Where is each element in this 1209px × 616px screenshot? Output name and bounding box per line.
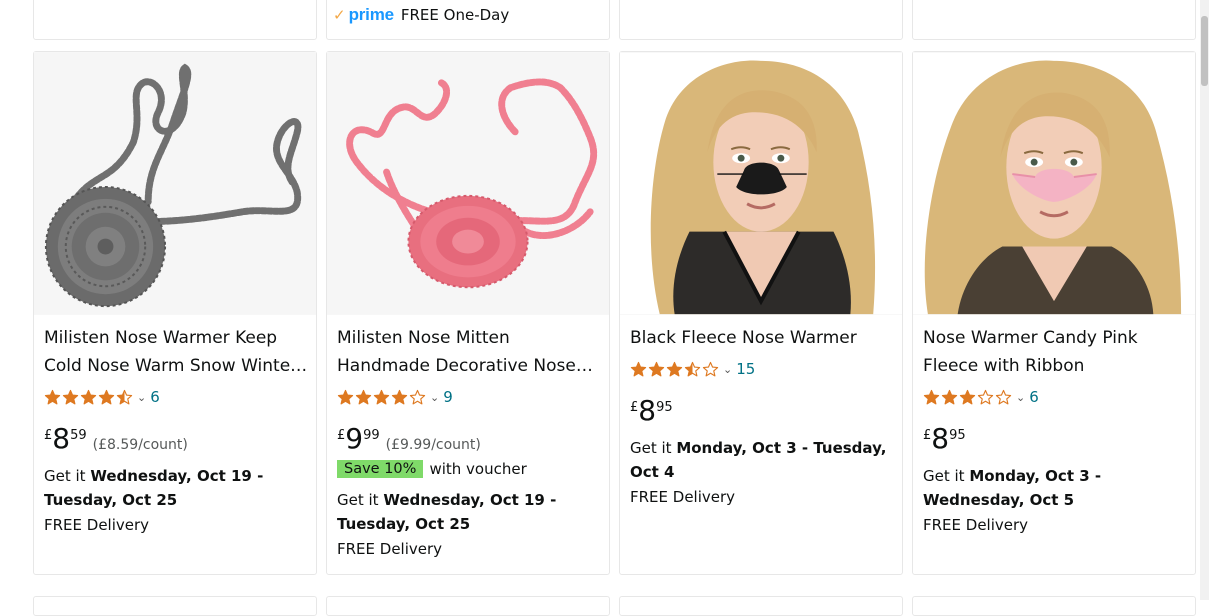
delivery-info: Get it Wednesday, Oct 19 - Tuesday, Oct … [44, 464, 306, 512]
rating-row[interactable]: ⌄ 6 [44, 387, 160, 407]
page-scrollbar[interactable] [1200, 0, 1209, 600]
delivery-prefix: Get it [44, 467, 91, 485]
delivery-info: Get it Monday, Oct 3 - Wednesday, Oct 5 [923, 464, 1185, 512]
product-image-black-fleece[interactable] [620, 52, 902, 315]
star-empty-icon [995, 389, 1012, 404]
star-full-icon [630, 361, 647, 376]
delivery-prefix: Get it [923, 467, 970, 485]
star-full-icon [923, 389, 940, 404]
product-card: Milisten Nose Warmer Keep Cold Nose Warm… [33, 51, 317, 575]
star-full-icon [98, 389, 115, 404]
star-full-icon [355, 389, 372, 404]
delivery-prefix: Get it [337, 491, 384, 509]
product-title[interactable]: Nose Warmer Candy Pink Fleece with Ribbo… [923, 324, 1187, 380]
star-rating[interactable] [44, 389, 133, 406]
product-card-top-2[interactable]: ✓ prime FREE One-Day [326, 0, 610, 40]
delivery-info: Get it Monday, Oct 3 - Tuesday, Oct 4 [630, 436, 892, 484]
product-card-top-4[interactable] [912, 0, 1196, 40]
price-currency: £ [44, 428, 53, 443]
star-empty-icon [977, 389, 994, 404]
product-title[interactable]: Black Fleece Nose Warmer [630, 324, 894, 352]
free-delivery: FREE Delivery [337, 540, 443, 558]
free-delivery: FREE Delivery [923, 516, 1029, 534]
unit-price: (£8.59/count) [92, 437, 188, 453]
price: £ 9 99 (£9.99/count) [337, 424, 481, 454]
product-card-bottom-4[interactable] [912, 596, 1196, 616]
product-card: Nose Warmer Candy Pink Fleece with Ribbo… [912, 51, 1196, 575]
product-card-bottom-3[interactable] [619, 596, 903, 616]
star-full-icon [337, 389, 354, 404]
star-full-icon [44, 389, 61, 404]
price-fraction: 95 [949, 428, 966, 443]
product-image-pink-crochet[interactable] [327, 52, 609, 315]
rating-row[interactable]: ⌄ 6 [923, 387, 1039, 407]
prime-delivery-text: FREE One-Day [400, 6, 510, 24]
star-full-icon [648, 361, 665, 376]
product-card: Milisten Nose Mitten Handmade Decorative… [326, 51, 610, 575]
unit-price: (£9.99/count) [385, 437, 481, 453]
chevron-down-icon[interactable]: ⌄ [1016, 391, 1025, 404]
product-card-bottom-2[interactable] [326, 596, 610, 616]
star-full-icon [62, 389, 79, 404]
price-currency: £ [630, 400, 639, 415]
star-half-icon [684, 361, 701, 376]
star-full-icon [391, 389, 408, 404]
price-fraction: 95 [656, 400, 673, 415]
price: £ 8 59 (£8.59/count) [44, 424, 188, 454]
price-fraction: 59 [70, 428, 87, 443]
product-title[interactable]: Milisten Nose Mitten Handmade Decorative… [337, 324, 601, 380]
product-card-top-3[interactable] [619, 0, 903, 40]
star-rating[interactable] [630, 361, 719, 378]
price: £ 8 95 [923, 424, 966, 454]
delivery-prefix: Get it [630, 439, 677, 457]
price-whole: 8 [52, 422, 71, 455]
product-image-pink-fleece[interactable] [913, 52, 1195, 315]
review-count[interactable]: 15 [736, 360, 755, 378]
voucher-row: Save 10% with voucher [337, 460, 527, 478]
product-image-grey-crochet[interactable] [34, 52, 316, 315]
star-full-icon [941, 389, 958, 404]
product-card-bottom-1[interactable] [33, 596, 317, 616]
delivery-info: Get it Wednesday, Oct 19 - Tuesday, Oct … [337, 488, 599, 536]
product-title[interactable]: Milisten Nose Warmer Keep Cold Nose Warm… [44, 324, 308, 380]
review-count[interactable]: 6 [1029, 388, 1039, 406]
free-delivery: FREE Delivery [630, 488, 736, 506]
chevron-down-icon[interactable]: ⌄ [137, 391, 146, 404]
star-rating[interactable] [923, 389, 1012, 406]
prime-check-icon: ✓ [333, 6, 346, 24]
price-whole: 8 [931, 422, 950, 455]
star-full-icon [373, 389, 390, 404]
star-full-icon [959, 389, 976, 404]
price-currency: £ [923, 428, 932, 443]
rating-row[interactable]: ⌄ 9 [337, 387, 453, 407]
product-card-top-1[interactable] [33, 0, 317, 40]
rating-row[interactable]: ⌄ 15 [630, 359, 755, 379]
price-fraction: 99 [363, 428, 380, 443]
prime-badge: ✓ prime FREE One-Day [333, 5, 509, 25]
price-whole: 8 [638, 394, 657, 427]
voucher-text: with voucher [429, 460, 527, 478]
save-badge[interactable]: Save 10% [337, 460, 424, 478]
prime-logo: prime [348, 5, 394, 24]
star-full-icon [80, 389, 97, 404]
star-empty-icon [409, 389, 426, 404]
free-delivery: FREE Delivery [44, 516, 150, 534]
price-whole: 9 [345, 422, 364, 455]
scrollbar-thumb[interactable] [1201, 16, 1208, 86]
product-card: Black Fleece Nose Warmer ⌄ 15 £ 8 95 Get… [619, 51, 903, 575]
price: £ 8 95 [630, 396, 673, 426]
star-half-icon [116, 389, 133, 404]
review-count[interactable]: 9 [443, 388, 453, 406]
review-count[interactable]: 6 [150, 388, 160, 406]
price-currency: £ [337, 428, 346, 443]
star-rating[interactable] [337, 389, 426, 406]
star-empty-icon [702, 361, 719, 376]
star-full-icon [666, 361, 683, 376]
chevron-down-icon[interactable]: ⌄ [430, 391, 439, 404]
chevron-down-icon[interactable]: ⌄ [723, 363, 732, 376]
